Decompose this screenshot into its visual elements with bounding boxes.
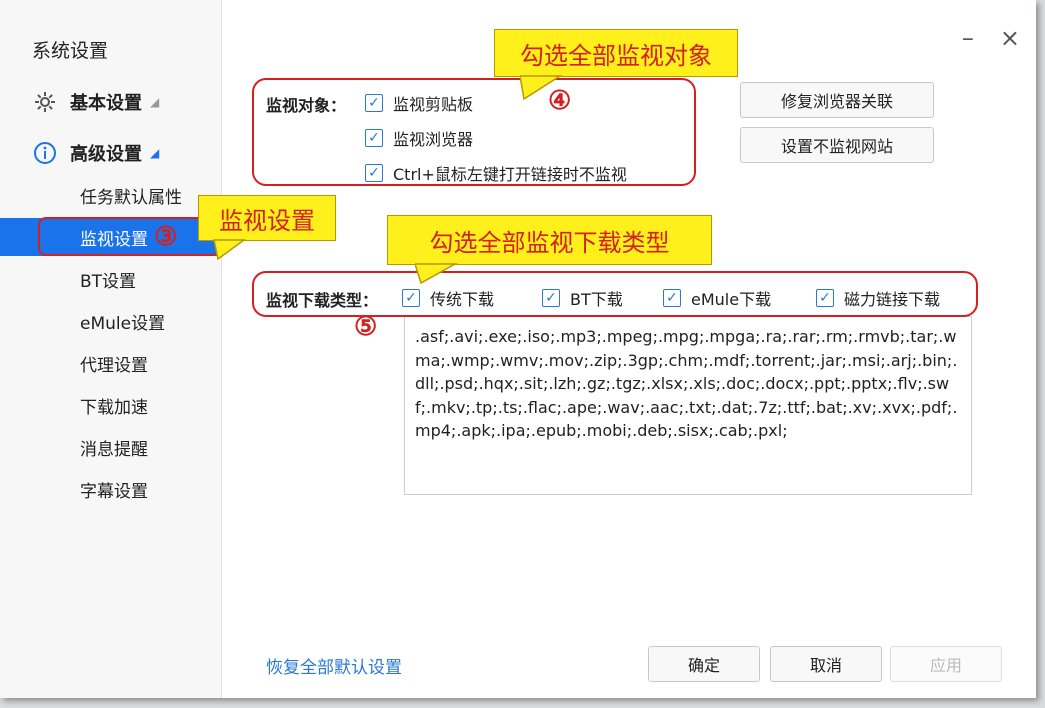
cancel-button[interactable]: 取消 [770,646,882,682]
sidebar-item-proxy[interactable]: 代理设置 [0,344,222,382]
sidebar-item-speedup[interactable]: 下载加速 [0,386,222,424]
sidebar-item-task-defaults[interactable]: 任务默认属性 [0,176,222,214]
callout-select-targets: 勾选全部监视对象 [494,29,738,77]
extensions-textarea[interactable]: .asf;.avi;.exe;.iso;.mp3;.mpeg;.mpg;.mpg… [404,316,972,495]
callout-select-types: 勾选全部监视下载类型 [387,215,712,265]
info-icon [32,140,58,166]
sidebar-group-label: 基本设置 [70,93,142,114]
highlight-monitor-targets [252,78,696,186]
expand-arrow-icon: ◢ [150,95,160,109]
sidebar-item-emule[interactable]: eMule设置 [0,302,222,340]
step-number-3: ③ [154,222,178,252]
apply-button[interactable]: 应用 [890,646,1002,682]
sidebar-group-advanced[interactable]: 高级设置 ◢ [32,140,159,166]
sidebar-group-label: 高级设置 [70,144,142,165]
sidebar-item-notifications[interactable]: 消息提醒 [0,428,222,466]
exclude-sites-button[interactable]: 设置不监视网站 [740,127,934,163]
sidebar-title: 系统设置 [32,40,109,62]
sidebar-item-bt[interactable]: BT设置 [0,260,222,298]
callout-pointer [415,263,458,285]
close-icon[interactable]: × [1000,24,1020,52]
highlight-download-types [252,271,978,317]
callout-pointer [213,239,247,261]
ok-button[interactable]: 确定 [648,646,760,682]
sidebar: 系统设置 基本设置 ◢ 高级设置 ◢ 任务默认属性 监视设置 BT设置 eMul… [0,0,222,698]
window-controls: – × [962,24,1020,52]
minimize-icon[interactable]: – [962,24,974,52]
step-number-4: ④ [548,86,572,116]
gear-icon [32,89,58,115]
restore-defaults-link[interactable]: 恢复全部默认设置 [266,653,402,678]
expand-arrow-icon: ◢ [150,146,160,160]
settings-window: 系统设置 基本设置 ◢ 高级设置 ◢ 任务默认属性 监视设置 BT设置 eMul… [0,0,1036,698]
step-number-5: ⑤ [354,312,378,342]
highlight-monitor-item [38,217,220,256]
callout-monitor-settings: 监视设置 [198,195,336,241]
sidebar-item-subtitles[interactable]: 字幕设置 [0,470,222,508]
sidebar-group-basic[interactable]: 基本设置 ◢ [32,89,159,115]
repair-browser-button[interactable]: 修复浏览器关联 [740,82,934,118]
